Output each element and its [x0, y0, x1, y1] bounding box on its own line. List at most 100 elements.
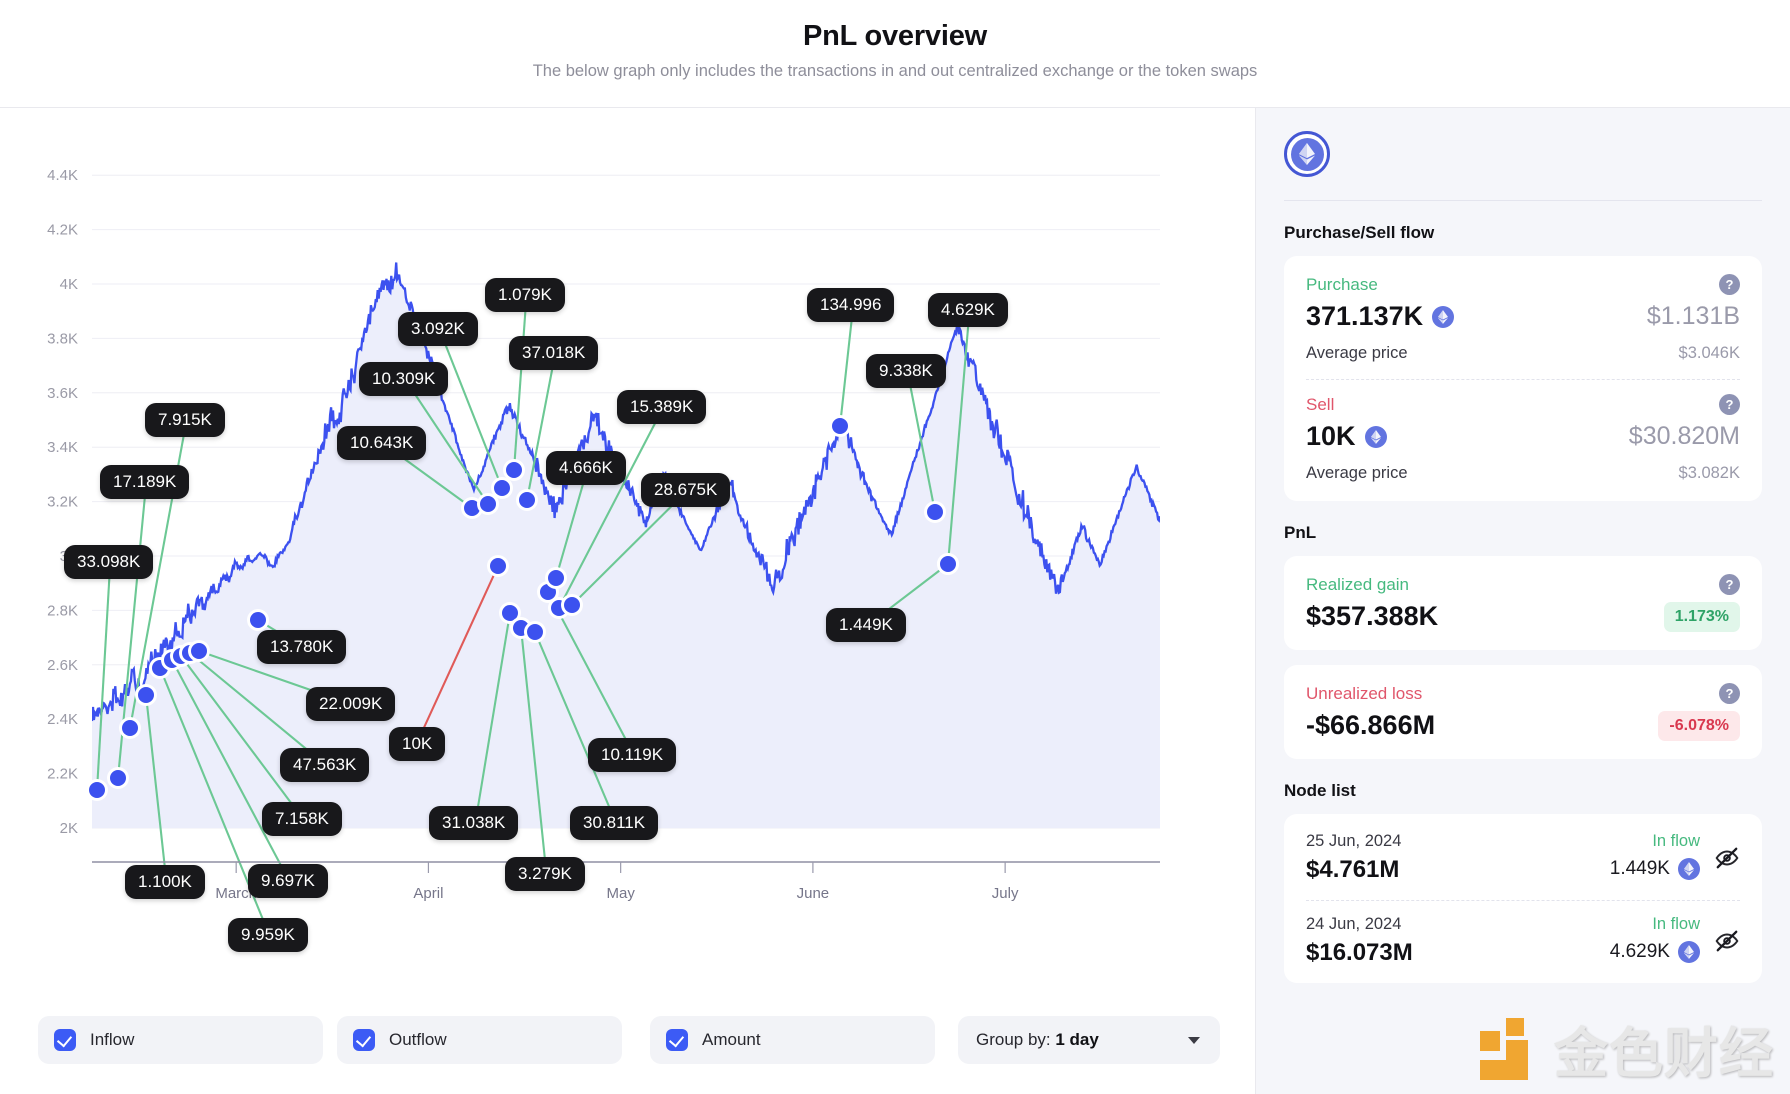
purchase-values: 371.137K $1.131B: [1306, 301, 1740, 332]
node-marker[interactable]: [191, 643, 207, 659]
annotation-bubble: 1.079K: [485, 278, 565, 312]
ethereum-icon-small: [1432, 305, 1455, 328]
node-marker[interactable]: [490, 558, 506, 574]
unrealized-header: Unrealized loss ?: [1306, 683, 1740, 704]
unrealized-loss-value: -$66.866M: [1306, 710, 1436, 740]
sell-help-icon[interactable]: ?: [1719, 394, 1740, 415]
purchase-amount: 371.137K: [1306, 301, 1455, 332]
chevron-down-icon[interactable]: [1188, 1036, 1200, 1044]
node-marker[interactable]: [250, 612, 266, 628]
annotation-bubble: 9.959K: [228, 918, 308, 952]
node-date: 24 Jun, 2024: [1306, 915, 1402, 933]
node-marker[interactable]: [940, 556, 956, 572]
svg-text:3.8K: 3.8K: [47, 330, 78, 347]
node-marker[interactable]: [480, 496, 496, 512]
amount-checkbox[interactable]: [666, 1029, 688, 1051]
purchase-usd: $1.131B: [1646, 302, 1740, 330]
node-marker[interactable]: [506, 462, 522, 478]
chart-svg[interactable]: 4.4K4.2K4K3.8K3.6K3.4K3.2K3K2.8K2.6K2.4K…: [0, 108, 1256, 988]
realized-gain-badge: 1.173%: [1663, 601, 1740, 632]
group-by-prefix: Group by:: [976, 1030, 1056, 1049]
sell-avg-value: $3.082K: [1678, 464, 1740, 482]
annotation-bubble: 3.092K: [398, 312, 478, 346]
node-list-item[interactable]: 24 Jun, 2024 $16.073M In flow 4.629K: [1306, 915, 1740, 967]
node-marker[interactable]: [519, 492, 535, 508]
realized-gain-card: Realized gain ? $357.388K 1.173%: [1284, 556, 1762, 650]
node-marker[interactable]: [548, 570, 564, 586]
annotation-bubble: 10.309K: [359, 362, 449, 396]
ethereum-icon-small: [1678, 858, 1700, 880]
toggle-amount[interactable]: Amount: [650, 1016, 935, 1064]
sell-avg-row: Average price $3.082K: [1306, 464, 1740, 483]
purchase-help-icon[interactable]: ?: [1719, 274, 1740, 295]
svg-text:May: May: [606, 885, 635, 902]
node-marker[interactable]: [494, 480, 510, 496]
inflow-checkbox[interactable]: [54, 1029, 76, 1051]
toggle-inflow[interactable]: Inflow: [38, 1016, 323, 1064]
node-flow-type: In flow: [1652, 832, 1700, 850]
svg-text:4.2K: 4.2K: [47, 222, 78, 239]
sell-amount-value: 10K: [1306, 421, 1356, 451]
realized-help-icon[interactable]: ?: [1719, 574, 1740, 595]
svg-text:June: June: [797, 885, 830, 902]
node-marker[interactable]: [927, 504, 943, 520]
toggle-outflow[interactable]: Outflow: [337, 1016, 622, 1064]
eye-off-icon[interactable]: [1714, 845, 1740, 871]
annotation-bubble: 10.119K: [588, 738, 677, 772]
purchase-label: Purchase: [1306, 274, 1378, 294]
node-token-amount: 1.449K: [1610, 858, 1700, 880]
annotation-bubble: 22.009K: [306, 687, 396, 721]
pnl-chart[interactable]: 4.4K4.2K4K3.8K3.6K3.4K3.2K3K2.8K2.6K2.4K…: [0, 108, 1256, 988]
node-marker[interactable]: [564, 597, 580, 613]
realized-header: Realized gain ?: [1306, 574, 1740, 595]
svg-text:2.2K: 2.2K: [47, 766, 78, 783]
page-subtitle: The below graph only includes the transa…: [532, 62, 1258, 80]
svg-text:2K: 2K: [60, 820, 78, 837]
svg-text:July: July: [992, 885, 1019, 902]
node-marker[interactable]: [138, 687, 154, 703]
corner-watermark: 金色财经: [1480, 1009, 1774, 1088]
sell-avg-label: Average price: [1306, 464, 1408, 482]
node-list-item[interactable]: 25 Jun, 2024 $4.761M In flow 1.449K: [1306, 832, 1740, 884]
sell-label: Sell: [1306, 394, 1335, 414]
node-marker[interactable]: [527, 624, 543, 640]
sell-amount: 10K: [1306, 421, 1387, 452]
svg-text:2.8K: 2.8K: [47, 602, 78, 619]
node-marker[interactable]: [89, 782, 105, 798]
sell-usd: $30.820M: [1628, 422, 1740, 450]
purchase-avg-label: Average price: [1306, 344, 1408, 362]
realized-gain-label: Realized gain: [1306, 574, 1410, 594]
unrealized-loss-badge: -6.078%: [1658, 710, 1740, 741]
realized-values: $357.388K 1.173%: [1306, 601, 1740, 632]
purchase-avg-row: Average price $3.046K: [1306, 344, 1740, 363]
node-marker[interactable]: [122, 720, 138, 736]
svg-text:2.6K: 2.6K: [47, 657, 78, 674]
node-marker[interactable]: [832, 418, 848, 434]
card-divider: [1306, 379, 1740, 380]
annotation-bubble: 9.338K: [866, 354, 946, 388]
node-amount-value: 4.629K: [1609, 941, 1670, 962]
annotation-bubble: 17.189K: [100, 465, 190, 499]
purchase-amount-value: 371.137K: [1306, 301, 1424, 331]
node-row-divider: [1306, 900, 1740, 901]
jinse-watermark-text: 金色财经: [1554, 1022, 1774, 1085]
pnl-section-title: PnL: [1284, 523, 1317, 542]
annotation-bubble: 1.100K: [125, 865, 205, 899]
eth-diamond-glyph: [1299, 143, 1315, 165]
svg-text:4K: 4K: [60, 276, 78, 293]
chart-controls: Inflow Outflow Amount Group by: 1 day: [0, 994, 1255, 1094]
annotation-bubble: 1.449K: [826, 608, 906, 642]
node-usd-value: $4.761M: [1306, 856, 1400, 883]
node-marker[interactable]: [110, 770, 126, 786]
group-by-dropdown[interactable]: Group by: 1 day: [958, 1016, 1220, 1064]
eye-off-icon[interactable]: [1714, 928, 1740, 954]
purchase-header: Purchase ?: [1306, 274, 1740, 295]
group-by-value: 1 day: [1055, 1030, 1099, 1049]
chart-panel: 4.4K4.2K4K3.8K3.6K3.4K3.2K3K2.8K2.6K2.4K…: [0, 108, 1256, 1094]
token-header: [1284, 108, 1762, 200]
unrealized-help-icon[interactable]: ?: [1719, 683, 1740, 704]
svg-text:3.2K: 3.2K: [47, 494, 78, 511]
outflow-checkbox[interactable]: [353, 1029, 375, 1051]
annotation-bubble: 3.279K: [505, 857, 585, 891]
unrealized-values: -$66.866M -6.078%: [1306, 710, 1740, 741]
